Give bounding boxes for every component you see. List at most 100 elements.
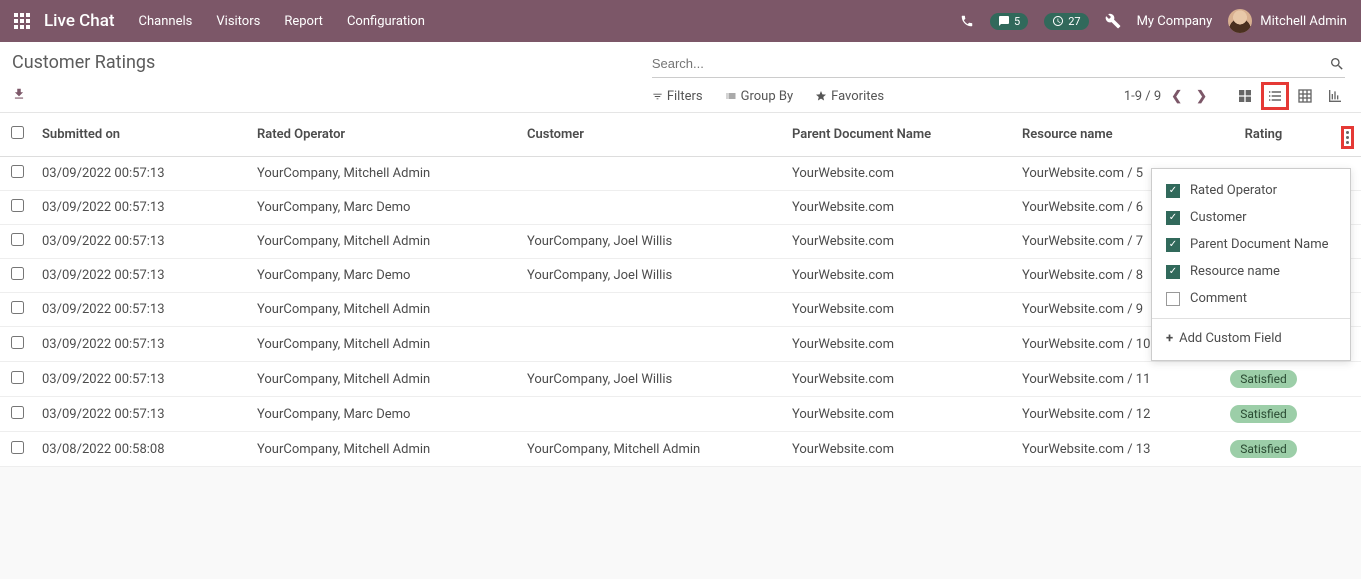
list-icon — [725, 90, 737, 102]
control-panel: Customer Ratings Filters Group By Favori… — [0, 42, 1361, 113]
cell-submitted: 03/09/2022 00:57:13 — [34, 293, 249, 327]
row-checkbox[interactable] — [11, 336, 24, 349]
pager-next-icon[interactable]: ❯ — [1196, 89, 1207, 104]
cell-customer — [519, 191, 784, 225]
nav-menu: Channels Visitors Report Configuration — [139, 14, 425, 29]
checkbox-icon: ✓ — [1166, 184, 1180, 198]
cell-operator: YourCompany, Mitchell Admin — [249, 293, 519, 327]
table-row[interactable]: 03/09/2022 00:57:13YourCompany, Marc Dem… — [0, 397, 1361, 432]
dropdown-item-label: Resource name — [1190, 264, 1280, 279]
row-checkbox[interactable] — [11, 371, 24, 384]
pager-prev-icon[interactable]: ❮ — [1171, 89, 1182, 104]
dropdown-item-label: Customer — [1190, 210, 1247, 225]
dropdown-item[interactable]: ✓Resource name — [1152, 258, 1350, 285]
list-view-icon[interactable] — [1265, 86, 1285, 106]
row-checkbox[interactable] — [11, 406, 24, 419]
app-brand[interactable]: Live Chat — [44, 11, 115, 31]
activities-count: 27 — [1068, 15, 1080, 28]
row-checkbox[interactable] — [11, 301, 24, 314]
cell-operator: YourCompany, Marc Demo — [249, 191, 519, 225]
table-row[interactable]: 03/08/2022 00:58:08YourCompany, Mitchell… — [0, 432, 1361, 467]
page-title: Customer Ratings — [12, 52, 652, 73]
user-menu[interactable]: Mitchell Admin — [1228, 9, 1347, 33]
cell-submitted: 03/09/2022 00:57:13 — [34, 225, 249, 259]
debug-icon[interactable] — [1105, 13, 1121, 29]
star-icon — [815, 90, 827, 102]
cell-parent: YourWebsite.com — [784, 259, 1014, 293]
nav-report[interactable]: Report — [284, 14, 323, 29]
favorites-button[interactable]: Favorites — [815, 89, 884, 104]
pivot-view-icon[interactable] — [1295, 86, 1315, 106]
col-resource[interactable]: Resource name — [1014, 113, 1194, 157]
add-custom-field[interactable]: +Add Custom Field — [1152, 325, 1350, 352]
nav-configuration[interactable]: Configuration — [347, 14, 425, 29]
cell-operator: YourCompany, Mitchell Admin — [249, 362, 519, 397]
row-checkbox[interactable] — [11, 267, 24, 280]
cell-customer — [519, 327, 784, 362]
cell-operator: YourCompany, Marc Demo — [249, 259, 519, 293]
cell-resource: YourWebsite.com / 13 — [1014, 432, 1194, 467]
messages-count: 5 — [1014, 15, 1020, 28]
cell-customer: YourCompany, Joel Willis — [519, 362, 784, 397]
user-name: Mitchell Admin — [1260, 14, 1347, 29]
phone-icon[interactable] — [960, 14, 974, 28]
cell-parent: YourWebsite.com — [784, 362, 1014, 397]
cell-parent: YourWebsite.com — [784, 327, 1014, 362]
cell-submitted: 03/09/2022 00:57:13 — [34, 157, 249, 191]
dropdown-item[interactable]: ✓Parent Document Name — [1152, 231, 1350, 258]
cell-submitted: 03/09/2022 00:57:13 — [34, 191, 249, 225]
toolbar: Filters Group By Favorites 1-9 / 9 ❮ ❯ — [652, 86, 1345, 106]
graph-view-icon[interactable] — [1325, 86, 1345, 106]
rating-badge: Satisfied — [1230, 440, 1296, 458]
cell-resource: YourWebsite.com / 12 — [1014, 397, 1194, 432]
row-checkbox[interactable] — [11, 165, 24, 178]
col-parent[interactable]: Parent Document Name — [784, 113, 1014, 157]
dropdown-item[interactable]: ✓Rated Operator — [1152, 177, 1350, 204]
cell-parent: YourWebsite.com — [784, 397, 1014, 432]
cell-resource: YourWebsite.com / 11 — [1014, 362, 1194, 397]
col-customer[interactable]: Customer — [519, 113, 784, 157]
messages-pill[interactable]: 5 — [990, 13, 1028, 30]
select-all-checkbox[interactable] — [11, 126, 24, 139]
row-checkbox[interactable] — [11, 199, 24, 212]
cell-rating: Satisfied — [1194, 397, 1333, 432]
top-navbar: Live Chat Channels Visitors Report Confi… — [0, 0, 1361, 42]
row-checkbox[interactable] — [11, 233, 24, 246]
table-row[interactable]: 03/09/2022 00:57:13YourCompany, Mitchell… — [0, 362, 1361, 397]
columns-menu-icon[interactable] — [1344, 129, 1351, 146]
dropdown-item[interactable]: Comment — [1152, 285, 1350, 312]
cell-customer — [519, 293, 784, 327]
cell-operator: YourCompany, Marc Demo — [249, 397, 519, 432]
checkbox-icon: ✓ — [1166, 211, 1180, 225]
cell-parent: YourWebsite.com — [784, 432, 1014, 467]
dropdown-item[interactable]: ✓ Customer — [1152, 204, 1350, 231]
company-name[interactable]: My Company — [1137, 14, 1213, 29]
col-submitted[interactable]: Submitted on — [34, 113, 249, 157]
cell-submitted: 03/08/2022 00:58:08 — [34, 432, 249, 467]
kanban-view-icon[interactable] — [1235, 86, 1255, 106]
activities-pill[interactable]: 27 — [1044, 13, 1088, 30]
cell-submitted: 03/09/2022 00:57:13 — [34, 397, 249, 432]
col-operator[interactable]: Rated Operator — [249, 113, 519, 157]
cell-operator: YourCompany, Mitchell Admin — [249, 432, 519, 467]
search-input[interactable] — [652, 52, 1329, 75]
row-checkbox[interactable] — [11, 441, 24, 454]
export-icon[interactable] — [12, 87, 652, 101]
search-icon[interactable] — [1329, 56, 1345, 72]
dropdown-item-label: Comment — [1190, 291, 1247, 306]
groupby-button[interactable]: Group By — [725, 89, 794, 104]
cell-parent: YourWebsite.com — [784, 191, 1014, 225]
avatar-icon — [1228, 9, 1252, 33]
pager-text[interactable]: 1-9 / 9 — [1124, 89, 1161, 104]
checkbox-icon: ✓ — [1166, 238, 1180, 252]
nav-visitors[interactable]: Visitors — [216, 14, 260, 29]
search-bar — [652, 52, 1345, 78]
col-rating[interactable]: Rating — [1194, 113, 1333, 157]
cell-parent: YourWebsite.com — [784, 157, 1014, 191]
filters-button[interactable]: Filters — [652, 89, 703, 104]
nav-channels[interactable]: Channels — [139, 14, 193, 29]
cell-rating: Satisfied — [1194, 432, 1333, 467]
apps-icon[interactable] — [14, 13, 30, 29]
cell-submitted: 03/09/2022 00:57:13 — [34, 327, 249, 362]
columns-dropdown: ✓Rated Operator✓Customer✓Parent Document… — [1151, 168, 1351, 361]
